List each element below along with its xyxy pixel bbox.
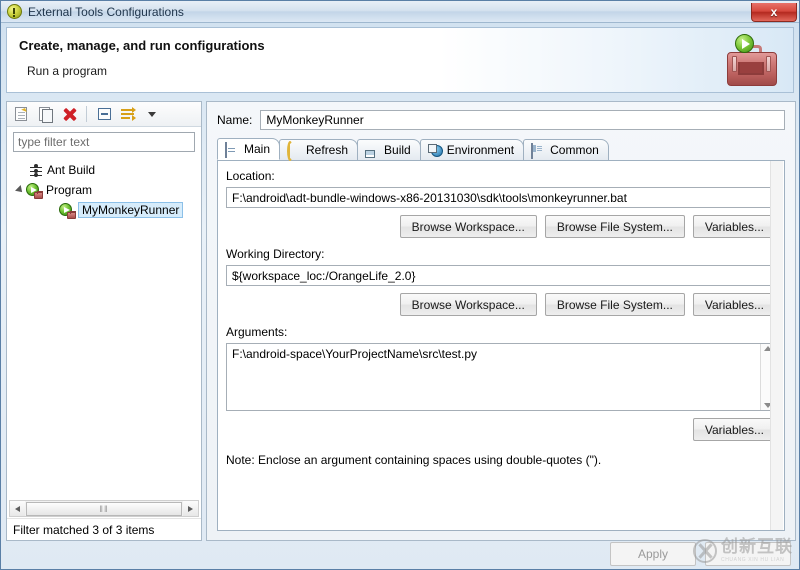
tree-item-ant-build[interactable]: Ant Build bbox=[7, 160, 201, 180]
page-subtitle: Run a program bbox=[27, 64, 108, 78]
arguments-value: F:\android-space\YourProjectName\src\tes… bbox=[232, 347, 477, 361]
location-group: Location: F:\android\adt-bundle-windows-… bbox=[226, 169, 776, 238]
filter-input[interactable]: type filter text bbox=[13, 132, 195, 152]
main-tab-icon bbox=[225, 141, 239, 158]
tab-label: Main bbox=[244, 142, 271, 156]
header-banner: Create, manage, and run configurations R… bbox=[6, 27, 794, 93]
tree-horizontal-scrollbar[interactable]: ‖‖ bbox=[9, 500, 199, 517]
chevron-down-icon[interactable] bbox=[142, 104, 162, 124]
tab-environment[interactable]: Environment bbox=[419, 139, 525, 160]
panel-vertical-scrollbar[interactable] bbox=[770, 161, 783, 530]
revert-button[interactable] bbox=[705, 542, 791, 566]
program-icon bbox=[26, 182, 43, 199]
expand-arrow-icon[interactable] bbox=[13, 185, 26, 195]
arguments-label: Arguments: bbox=[226, 325, 288, 339]
environment-tab-icon bbox=[428, 144, 442, 157]
collapse-all-icon[interactable] bbox=[94, 104, 114, 124]
refresh-tab-icon bbox=[287, 140, 301, 161]
working-directory-group: Working Directory: ${workspace_loc:/Oran… bbox=[226, 247, 776, 316]
name-row: Name: MyMonkeyRunner bbox=[217, 110, 785, 130]
filter-icon[interactable] bbox=[118, 104, 138, 124]
tab-common[interactable]: Common bbox=[523, 139, 609, 160]
workdir-variables-button[interactable]: Variables... bbox=[692, 293, 776, 316]
duplicate-configuration-icon[interactable] bbox=[35, 104, 55, 124]
toolbar-divider bbox=[86, 106, 87, 122]
external-tools-icon bbox=[7, 4, 22, 19]
tab-label: Environment bbox=[446, 143, 515, 157]
location-value: F:\android\adt-bundle-windows-x86-201310… bbox=[232, 190, 627, 205]
workdir-browse-workspace-button[interactable]: Browse Workspace... bbox=[399, 293, 537, 316]
tab-label: Common bbox=[550, 143, 599, 157]
name-label: Name: bbox=[217, 113, 253, 127]
workdir-browse-filesystem-button[interactable]: Browse File System... bbox=[544, 293, 685, 316]
apply-button[interactable]: Apply bbox=[610, 542, 696, 566]
working-directory-label: Working Directory: bbox=[226, 247, 325, 261]
location-label: Location: bbox=[226, 169, 275, 183]
tree-item-label: MyMonkeyRunner bbox=[78, 202, 184, 218]
name-value: MyMonkeyRunner bbox=[266, 113, 364, 127]
ant-icon bbox=[29, 163, 43, 177]
dialog-body: type filter text Ant Build Program MyMon… bbox=[6, 101, 796, 541]
main-tab-panel: Location: F:\android\adt-bundle-windows-… bbox=[217, 161, 785, 531]
configurations-panel: type filter text Ant Build Program MyMon… bbox=[6, 101, 202, 541]
page-title: Create, manage, and run configurations bbox=[19, 38, 265, 53]
location-input[interactable]: F:\android\adt-bundle-windows-x86-201310… bbox=[226, 187, 776, 208]
close-button[interactable]: x bbox=[751, 3, 797, 22]
tree-item-mymonkeyrunner[interactable]: MyMonkeyRunner bbox=[7, 200, 201, 220]
dialog-footer: Apply bbox=[1, 539, 799, 569]
tab-refresh[interactable]: Refresh bbox=[279, 139, 359, 161]
scroll-right-icon[interactable] bbox=[183, 501, 198, 516]
working-directory-buttons: Browse Workspace... Browse File System..… bbox=[226, 293, 776, 316]
name-input[interactable]: MyMonkeyRunner bbox=[260, 110, 785, 130]
configuration-editor: Name: MyMonkeyRunner Main Refresh 010 Bu… bbox=[206, 101, 796, 541]
common-tab-icon bbox=[531, 142, 545, 159]
tab-label: Build bbox=[384, 143, 411, 157]
configurations-toolbar bbox=[7, 102, 201, 127]
new-configuration-icon[interactable] bbox=[11, 104, 31, 124]
tab-build[interactable]: 010 Build bbox=[357, 139, 421, 160]
scrollbar-thumb[interactable]: ‖‖ bbox=[26, 501, 182, 516]
arguments-note: Note: Enclose an argument containing spa… bbox=[226, 453, 602, 467]
arguments-variables-button[interactable]: Variables... bbox=[692, 418, 776, 441]
scroll-left-icon[interactable] bbox=[10, 501, 25, 516]
delete-configuration-icon[interactable] bbox=[59, 104, 79, 124]
window-title: External Tools Configurations bbox=[28, 4, 184, 19]
arguments-group: Arguments: F:\android-space\YourProjectN… bbox=[226, 325, 776, 467]
location-variables-button[interactable]: Variables... bbox=[692, 215, 776, 238]
tab-main[interactable]: Main bbox=[217, 138, 281, 160]
filter-status-text: Filter matched 3 of 3 items bbox=[7, 518, 201, 540]
arguments-textarea[interactable]: F:\android-space\YourProjectName\src\tes… bbox=[226, 343, 776, 411]
location-buttons: Browse Workspace... Browse File System..… bbox=[226, 215, 776, 238]
configurations-tree[interactable]: Ant Build Program MyMonkeyRunner bbox=[7, 152, 201, 500]
external-tools-dialog: External Tools Configurations x Create, … bbox=[0, 0, 800, 570]
working-directory-input[interactable]: ${workspace_loc:/OrangeLife_2.0} bbox=[226, 265, 776, 286]
program-icon bbox=[59, 202, 76, 219]
tree-item-program[interactable]: Program bbox=[7, 180, 201, 200]
location-browse-filesystem-button[interactable]: Browse File System... bbox=[544, 215, 685, 238]
working-directory-value: ${workspace_loc:/OrangeLife_2.0} bbox=[232, 268, 416, 283]
tab-label: Refresh bbox=[306, 143, 349, 157]
toolbox-with-play-icon bbox=[721, 34, 779, 88]
filter-placeholder: type filter text bbox=[18, 135, 90, 149]
window-titlebar: External Tools Configurations x bbox=[1, 1, 799, 23]
arguments-buttons: Variables... bbox=[226, 418, 776, 441]
tree-item-label: Ant Build bbox=[47, 163, 96, 177]
location-browse-workspace-button[interactable]: Browse Workspace... bbox=[399, 215, 537, 238]
tree-item-label: Program bbox=[46, 183, 93, 197]
build-tab-icon: 010 bbox=[365, 149, 376, 158]
tab-bar: Main Refresh 010 Build Environment Commo… bbox=[217, 138, 785, 161]
